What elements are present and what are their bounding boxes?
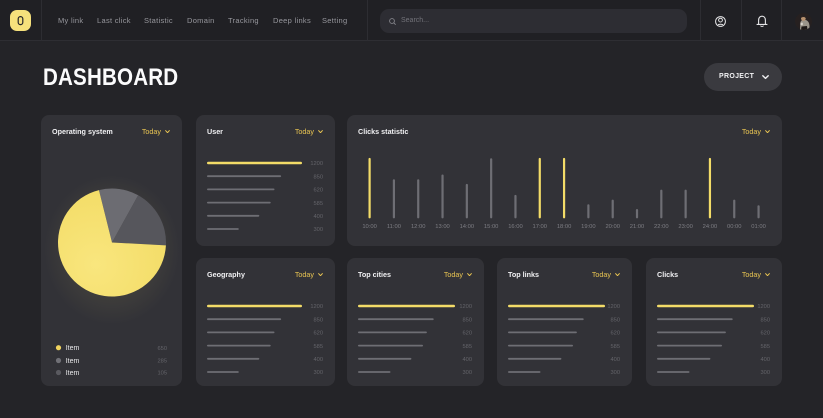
svg-text:13:00: 13:00 — [435, 224, 450, 230]
svg-text:1200: 1200 — [607, 304, 620, 310]
svg-text:1200: 1200 — [459, 304, 472, 310]
svg-text:24:00: 24:00 — [703, 224, 718, 230]
svg-text:12:00: 12:00 — [411, 224, 426, 230]
svg-text:300: 300 — [463, 370, 473, 376]
svg-text:Item: Item — [66, 358, 80, 365]
svg-text:15:00: 15:00 — [484, 224, 499, 230]
svg-text:105: 105 — [158, 371, 168, 377]
svg-text:400: 400 — [463, 357, 473, 363]
svg-text:18:00: 18:00 — [557, 224, 572, 230]
svg-text:Item: Item — [66, 370, 80, 377]
svg-text:400: 400 — [314, 214, 324, 220]
svg-text:650: 650 — [158, 346, 168, 352]
svg-text:850: 850 — [314, 317, 324, 323]
svg-text:585: 585 — [314, 344, 324, 350]
svg-text:850: 850 — [761, 317, 771, 323]
svg-text:300: 300 — [611, 370, 621, 376]
svg-text:400: 400 — [761, 357, 771, 363]
svg-text:620: 620 — [314, 331, 324, 337]
svg-text:14:00: 14:00 — [460, 224, 475, 230]
svg-text:01:00: 01:00 — [751, 224, 766, 230]
svg-text:10:00: 10:00 — [362, 224, 377, 230]
svg-text:1200: 1200 — [310, 304, 323, 310]
svg-text:23:00: 23:00 — [678, 224, 693, 230]
svg-text:850: 850 — [611, 317, 621, 323]
svg-text:1200: 1200 — [310, 161, 323, 167]
svg-text:1200: 1200 — [757, 304, 770, 310]
svg-text:17:00: 17:00 — [533, 224, 548, 230]
svg-text:585: 585 — [463, 344, 473, 350]
svg-text:620: 620 — [761, 331, 771, 337]
svg-text:300: 300 — [314, 227, 324, 233]
svg-text:400: 400 — [611, 357, 621, 363]
svg-text:22:00: 22:00 — [654, 224, 669, 230]
svg-text:00:00: 00:00 — [727, 224, 742, 230]
svg-text:620: 620 — [611, 331, 621, 337]
svg-text:11:00: 11:00 — [387, 224, 401, 230]
svg-text:16:00: 16:00 — [508, 224, 523, 230]
svg-text:850: 850 — [314, 174, 324, 180]
svg-text:585: 585 — [611, 344, 621, 350]
svg-text:620: 620 — [314, 188, 324, 194]
svg-text:585: 585 — [761, 344, 771, 350]
svg-text:19:00: 19:00 — [581, 224, 596, 230]
svg-text:400: 400 — [314, 357, 324, 363]
svg-text:300: 300 — [314, 370, 324, 376]
svg-text:585: 585 — [314, 201, 324, 207]
svg-text:21:00: 21:00 — [630, 224, 645, 230]
svg-text:620: 620 — [463, 331, 473, 337]
svg-text:285: 285 — [158, 359, 168, 365]
svg-text:300: 300 — [761, 370, 771, 376]
svg-text:20:00: 20:00 — [605, 224, 620, 230]
svg-text:850: 850 — [463, 317, 473, 323]
svg-text:Item: Item — [66, 345, 80, 352]
